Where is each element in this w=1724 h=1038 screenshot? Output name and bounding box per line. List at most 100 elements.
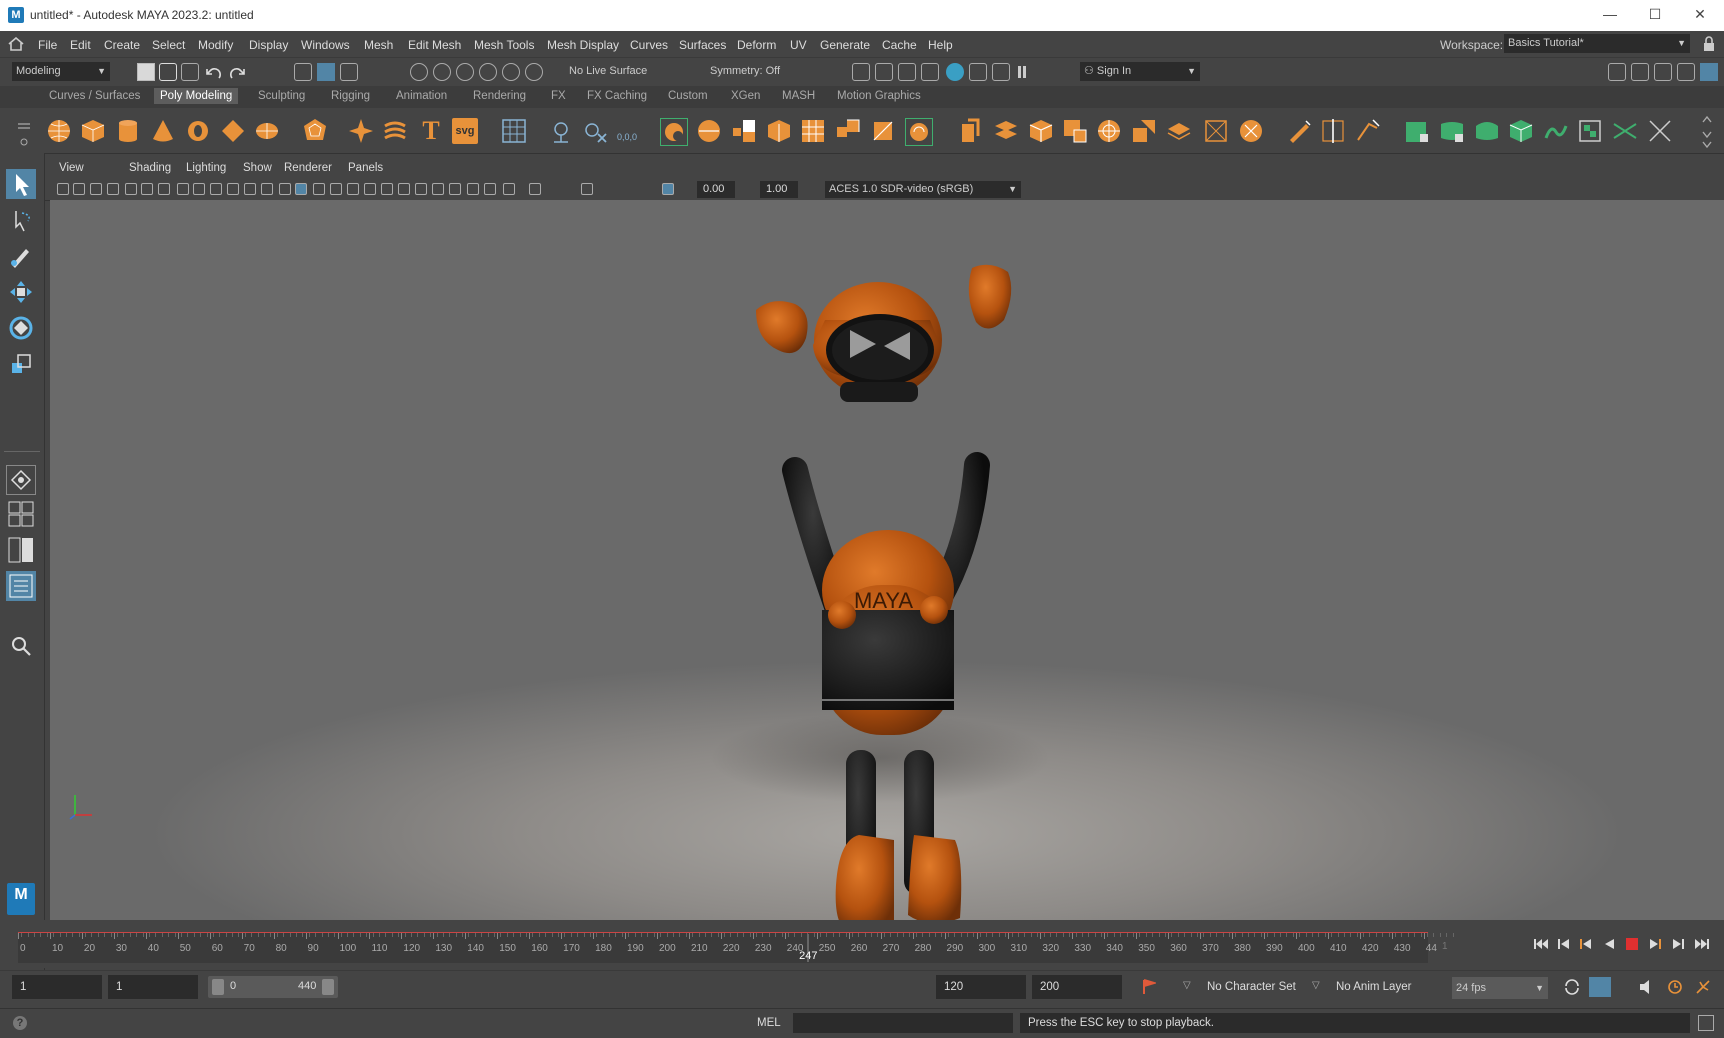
robot-character[interactable]: MAYA [710, 264, 1050, 920]
bevel-icon[interactable] [1028, 118, 1054, 144]
minimize-button[interactable]: — [1600, 6, 1620, 24]
shelf-tab-rendering[interactable]: Rendering [473, 90, 526, 102]
ipr-render-icon[interactable] [875, 63, 893, 81]
menu-mesh[interactable]: Mesh [364, 38, 393, 52]
panel-menu-show[interactable]: Show [243, 162, 272, 174]
sound-icon[interactable] [1638, 979, 1656, 995]
render-sequence-icon[interactable] [969, 63, 987, 81]
offset-edge-loop-icon[interactable] [1355, 118, 1381, 144]
shelf-tab-sculpting[interactable]: Sculpting [258, 90, 305, 102]
uv-cut-sew-icon[interactable] [1543, 118, 1569, 144]
poly-plane-icon[interactable] [220, 118, 246, 144]
isolate-select-icon[interactable] [449, 183, 461, 195]
bookmark-icon[interactable] [107, 183, 119, 195]
shelf-tab-poly-modeling[interactable]: Poly Modeling [154, 88, 239, 104]
anim-layer-value[interactable]: No Anim Layer [1336, 981, 1411, 993]
append-poly-icon[interactable] [1131, 118, 1157, 144]
xray-active-icon[interactable] [503, 183, 515, 195]
combine-icon[interactable] [660, 118, 688, 146]
layout-single-perspective[interactable] [6, 465, 36, 495]
select-tool[interactable] [6, 169, 36, 199]
step-back-key-icon[interactable] [1579, 938, 1593, 950]
shelf-tab-animation[interactable]: Animation [396, 90, 447, 102]
uv-unfold-icon[interactable] [1577, 118, 1603, 144]
exposure-field[interactable]: 0.00 [697, 181, 735, 198]
snap-curve-icon[interactable] [433, 63, 451, 81]
uv-spherical-icon[interactable] [1474, 118, 1500, 144]
uv-editor-icon[interactable] [501, 118, 527, 144]
uv-cylindrical-icon[interactable] [1439, 118, 1465, 144]
poly-disc-icon[interactable] [254, 118, 280, 144]
shelf-tab-custom[interactable]: Custom [668, 90, 708, 102]
shelf-scroll-icon[interactable] [1700, 112, 1714, 152]
time-slider[interactable]: 0 10 20 30 40 50 60 70 80 90 100 110 120 130 140 150 160… [0, 920, 1724, 968]
smooth-shade-icon[interactable] [295, 183, 307, 195]
lock-icon[interactable] [1702, 36, 1716, 52]
auto-key-icon[interactable] [1140, 978, 1156, 996]
screen-space-ao-icon[interactable] [381, 183, 393, 195]
gamma-field[interactable]: 1.00 [760, 181, 798, 198]
scene-end-field[interactable]: 200 [1032, 975, 1122, 999]
chevron-down-icon[interactable]: ▽ [1183, 980, 1191, 991]
tool-settings-icon[interactable] [992, 63, 1010, 81]
camera-select-icon[interactable] [57, 183, 69, 195]
2d-pan-icon[interactable] [158, 183, 170, 195]
rotate-tool[interactable] [6, 313, 36, 343]
color-management-icon[interactable] [662, 183, 674, 195]
playback-start-field[interactable]: 1 [108, 975, 198, 999]
shelf-tab-mash[interactable]: MASH [782, 90, 815, 102]
command-input[interactable] [793, 1013, 1013, 1033]
menu-file[interactable]: File [38, 38, 57, 52]
paint-select-tool[interactable] [6, 241, 36, 271]
menu-create[interactable]: Create [104, 38, 140, 52]
grease-pencil-icon[interactable] [141, 183, 153, 195]
loop-icon[interactable] [1563, 979, 1581, 995]
use-lights-icon[interactable] [347, 183, 359, 195]
wedge-icon[interactable] [1166, 118, 1192, 144]
boolean-icon[interactable] [766, 118, 792, 144]
chevron-down-icon[interactable]: ▽ [1312, 980, 1320, 991]
step-back-icon[interactable] [1557, 938, 1571, 950]
menu-deform[interactable]: Deform [737, 38, 776, 52]
target-weld-icon[interactable] [1096, 118, 1122, 144]
camera-attr-icon[interactable] [90, 183, 102, 195]
close-button[interactable]: ✕ [1690, 6, 1710, 24]
platonic-solid-icon[interactable] [302, 118, 328, 144]
range-slider-start-handle[interactable] [212, 979, 224, 995]
go-to-start-icon[interactable] [1533, 938, 1549, 950]
help-icon[interactable]: ? [13, 1016, 27, 1030]
exposure-icon[interactable] [529, 183, 541, 195]
render-settings-icon[interactable] [898, 63, 916, 81]
poly-cylinder-icon[interactable] [115, 118, 141, 144]
viewport-persp[interactable]: MAYA [50, 200, 1724, 920]
sweep-mesh-icon[interactable] [382, 118, 408, 144]
maya-home-logo[interactable]: M [7, 883, 35, 915]
step-forward-icon[interactable] [1671, 938, 1685, 950]
play-backward-icon[interactable] [1603, 938, 1615, 950]
channel-box-icon[interactable] [1677, 63, 1695, 81]
home-icon[interactable] [8, 37, 24, 51]
pause-icon[interactable] [1018, 66, 1026, 78]
menu-display[interactable]: Display [249, 38, 288, 52]
select-object-icon[interactable] [317, 63, 335, 81]
shelf-tab-motion-graphics[interactable]: Motion Graphics [837, 90, 921, 102]
layer-editor-icon[interactable] [1700, 63, 1718, 81]
panel-menu-view[interactable]: View [59, 162, 84, 174]
chamfer-icon[interactable] [1238, 118, 1264, 144]
xray-joints-icon[interactable] [484, 183, 496, 195]
depth-of-field-icon[interactable] [432, 183, 444, 195]
motion-blur-icon[interactable] [398, 183, 410, 195]
wireframe-on-shaded-icon[interactable] [313, 183, 325, 195]
aa-icon[interactable] [415, 183, 427, 195]
menu-help[interactable]: Help [928, 38, 953, 52]
time-ruler[interactable]: 0 10 20 30 40 50 60 70 80 90 100 110 120 130 140 150 160… [18, 933, 1454, 963]
stop-button[interactable] [1626, 938, 1638, 950]
menu-cache[interactable]: Cache [882, 38, 917, 52]
move-tool[interactable] [6, 277, 36, 307]
type-tool-icon[interactable]: T [418, 118, 444, 144]
render-current-icon[interactable] [852, 63, 870, 81]
svg-tool-icon[interactable]: svg [452, 118, 478, 144]
menu-windows[interactable]: Windows [301, 38, 350, 52]
menu-modify[interactable]: Modify [198, 38, 233, 52]
menu-generate[interactable]: Generate [820, 38, 870, 52]
